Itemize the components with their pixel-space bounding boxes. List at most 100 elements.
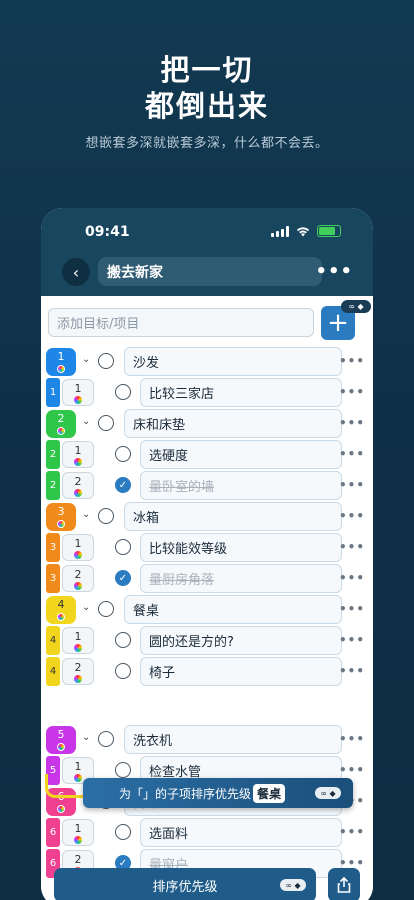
- child-row: 3 2 ✓ 量厨房角落 •••: [41, 563, 373, 594]
- chevron-down-icon[interactable]: ⌄: [82, 354, 90, 365]
- item-field[interactable]: 床和床垫: [124, 409, 342, 438]
- checkbox[interactable]: [98, 415, 114, 431]
- checkbox[interactable]: [115, 539, 131, 555]
- subitem-field[interactable]: 量厨房角落: [140, 564, 342, 593]
- subitem-field[interactable]: 圆的还是方的?: [140, 626, 342, 655]
- chevron-down-icon[interactable]: ⌄: [82, 509, 90, 520]
- subitem-field[interactable]: 椅子: [140, 657, 342, 686]
- color-wheel-icon: [57, 805, 65, 813]
- subitem-field[interactable]: 选硬度: [140, 440, 342, 469]
- subpriority-number: 1: [74, 760, 82, 773]
- subpriority-number: 2: [74, 853, 82, 866]
- checkbox[interactable]: ✓: [115, 570, 131, 586]
- row-more-button[interactable]: •••: [339, 763, 365, 777]
- subitem-field[interactable]: 选面料: [140, 818, 342, 847]
- add-goal-input[interactable]: 添加目标/项目: [48, 308, 314, 337]
- checkbox[interactable]: [98, 731, 114, 747]
- share-icon: [337, 877, 351, 893]
- row-more-button[interactable]: •••: [339, 825, 365, 839]
- subpriority-badge[interactable]: 2: [62, 565, 94, 592]
- phone-frame: 09:41 ‹ 搬去新家 ••• 添加目标/项目 + ∞ ◆ 1 ⌄ 沙发 ••• 1 1…: [41, 208, 373, 900]
- sort-children-banner[interactable]: 为「」的子项排序优先级 餐桌 ∞ ◆: [83, 778, 353, 808]
- chevron-down-icon[interactable]: ⌄: [82, 602, 90, 613]
- checkbox[interactable]: [115, 663, 131, 679]
- item-field[interactable]: 冰箱: [124, 502, 342, 531]
- subpriority-number: 2: [74, 568, 82, 581]
- row-more-button[interactable]: •••: [339, 571, 365, 585]
- child-row: 4 1 圆的还是方的? •••: [41, 625, 373, 656]
- infinity-badge: ∞ ◆: [280, 879, 306, 891]
- sort-banner-text: 为「」的子项排序优先级: [119, 786, 252, 801]
- checkbox[interactable]: [98, 508, 114, 524]
- chevron-down-icon[interactable]: ⌄: [82, 732, 90, 743]
- child-row: 6 1 选面料 •••: [41, 817, 373, 848]
- priority-badge[interactable]: 5: [46, 726, 76, 754]
- row-more-button[interactable]: •••: [339, 509, 365, 523]
- parent-priority-strip: 3: [46, 533, 60, 562]
- checkbox[interactable]: [115, 632, 131, 648]
- item-field[interactable]: 沙发: [124, 347, 342, 376]
- child-row: 2 1 选硬度 •••: [41, 439, 373, 470]
- subitem-field[interactable]: 比较三家店: [140, 378, 342, 407]
- item-field[interactable]: 餐桌: [124, 595, 342, 624]
- color-wheel-icon: [74, 489, 82, 497]
- parent-priority-strip: 2: [46, 471, 60, 500]
- row-more-button[interactable]: •••: [339, 633, 365, 647]
- priority-number: 5: [57, 728, 65, 741]
- subpriority-number: 1: [74, 537, 82, 550]
- status-time: 09:41: [85, 224, 130, 240]
- parent-priority-strip: 3: [46, 564, 60, 593]
- signal-icon: [271, 225, 289, 237]
- subitem-field[interactable]: 比较能效等级: [140, 533, 342, 562]
- row-more-button[interactable]: •••: [339, 540, 365, 554]
- hero-title-line1: 把一切: [160, 53, 254, 87]
- status-icons: [271, 225, 341, 237]
- subpriority-number: 1: [74, 444, 82, 457]
- task-list: 添加目标/项目 + ∞ ◆ 1 ⌄ 沙发 ••• 1 1 比较三家店 ••• 2 ⌄ 床和床垫 •••…: [41, 296, 373, 900]
- priority-badge[interactable]: 4: [46, 596, 76, 624]
- subpriority-badge[interactable]: 2: [62, 658, 94, 685]
- child-row: 1 1 比较三家店 •••: [41, 377, 373, 408]
- parent-row: 4 ⌄ 餐桌 •••: [41, 594, 373, 625]
- checkbox[interactable]: [115, 384, 131, 400]
- priority-badge[interactable]: 2: [46, 410, 76, 438]
- row-more-button[interactable]: •••: [339, 447, 365, 461]
- row-more-button[interactable]: •••: [339, 354, 365, 368]
- row-more-button[interactable]: •••: [339, 416, 365, 430]
- subpriority-number: 1: [74, 630, 82, 643]
- color-wheel-icon: [74, 582, 82, 590]
- priority-badge[interactable]: 3: [46, 503, 76, 531]
- row-more-button[interactable]: •••: [339, 385, 365, 399]
- subpriority-badge[interactable]: 1: [62, 441, 94, 468]
- hero-subtitle: 想嵌套多深就嵌套多深，什么都不会丢。: [85, 136, 329, 151]
- share-button[interactable]: [328, 868, 360, 900]
- infinity-badge: ∞ ◆: [341, 300, 371, 313]
- parent-priority-strip: 4: [46, 626, 60, 655]
- subpriority-badge[interactable]: 1: [62, 534, 94, 561]
- subpriority-badge[interactable]: 1: [62, 819, 94, 846]
- more-menu-button[interactable]: •••: [315, 261, 353, 282]
- infinity-badge: ∞ ◆: [315, 787, 341, 799]
- row-more-button[interactable]: •••: [339, 478, 365, 492]
- sort-priority-button[interactable]: 排序优先级 ∞ ◆: [54, 868, 316, 900]
- parent-row: 3 ⌄ 冰箱 •••: [41, 501, 373, 532]
- row-more-button[interactable]: •••: [339, 602, 365, 616]
- priority-badge[interactable]: 1: [46, 348, 76, 376]
- subpriority-badge[interactable]: 1: [62, 379, 94, 406]
- checkbox[interactable]: [115, 824, 131, 840]
- checkbox[interactable]: [98, 353, 114, 369]
- subpriority-badge[interactable]: 2: [62, 472, 94, 499]
- back-button[interactable]: ‹: [62, 258, 90, 286]
- checkbox[interactable]: [115, 446, 131, 462]
- row-more-button[interactable]: •••: [339, 664, 365, 678]
- checkbox[interactable]: [98, 601, 114, 617]
- chevron-down-icon[interactable]: ⌄: [82, 416, 90, 427]
- list-title-field[interactable]: 搬去新家: [98, 257, 322, 286]
- item-field[interactable]: 洗衣机: [124, 725, 342, 754]
- color-wheel-icon: [74, 836, 82, 844]
- subitem-field[interactable]: 量卧室的墙: [140, 471, 342, 500]
- checkbox[interactable]: ✓: [115, 477, 131, 493]
- subpriority-badge[interactable]: 1: [62, 627, 94, 654]
- row-more-button[interactable]: •••: [339, 732, 365, 746]
- checkbox[interactable]: [115, 762, 131, 778]
